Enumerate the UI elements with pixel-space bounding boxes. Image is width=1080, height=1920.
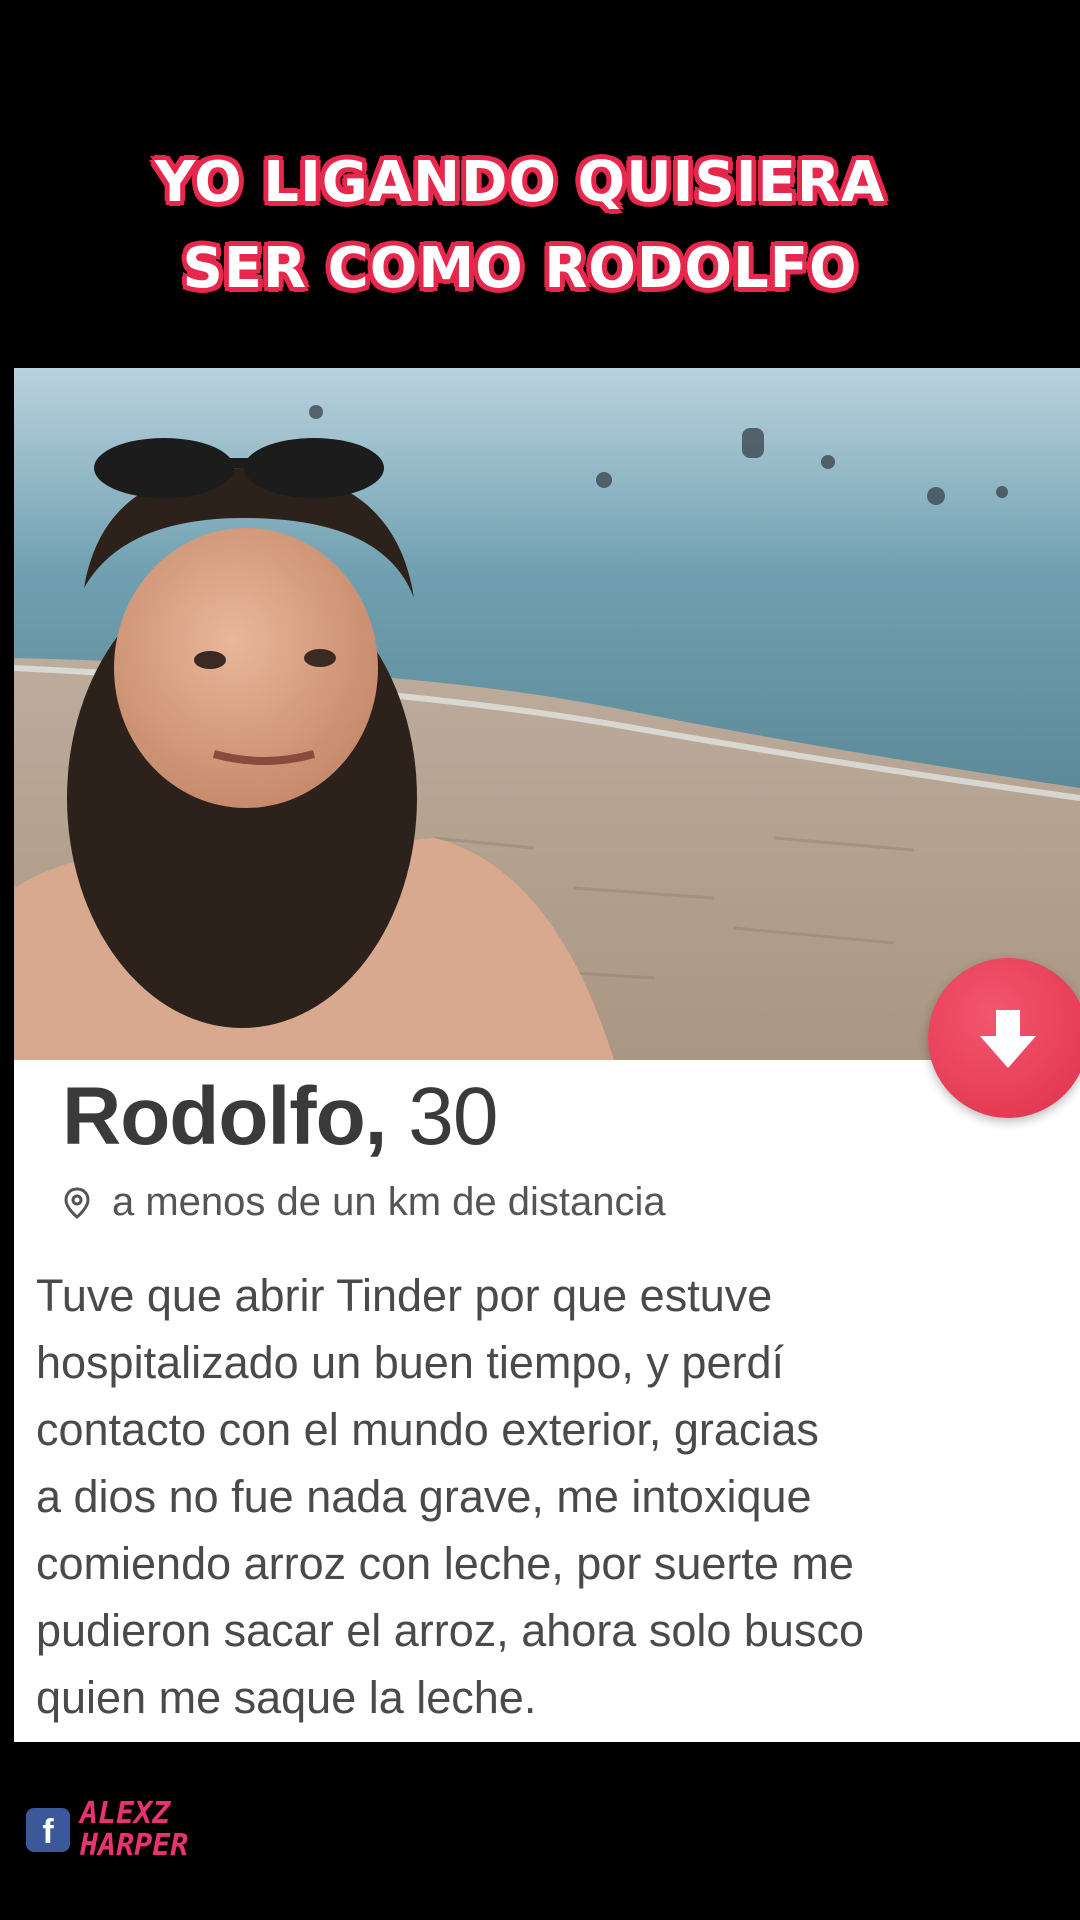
bio-line: contacto con el mundo exterior, gracias xyxy=(36,1404,819,1455)
bio-line: quien me saque la leche. xyxy=(36,1672,537,1723)
facebook-icon: f xyxy=(26,1808,70,1852)
caption-line-2: SER COMO RODOLFO xyxy=(182,236,858,301)
watermark-text: ALEXZ HARPER xyxy=(80,1798,188,1862)
arrow-down-icon xyxy=(980,1010,1036,1068)
meme-caption: YO LIGANDO QUISIERA SER COMO RODOLFO xyxy=(0,140,1040,312)
nope-button[interactable] xyxy=(928,958,1080,1118)
profile-distance: a menos de un km de distancia xyxy=(64,1180,666,1225)
bio-line: a dios no fue nada grave, me intoxique xyxy=(36,1471,812,1522)
bio-line: comiendo arroz con leche, por suerte me xyxy=(36,1538,854,1589)
watermark-line-2: HARPER xyxy=(80,1828,189,1863)
bio-line: Tuve que abrir Tinder por que estuve xyxy=(36,1270,773,1321)
watermark-line-1: ALEXZ xyxy=(80,1796,171,1831)
profile-card[interactable]: Rodolfo, 30 a menos de un km de distanci… xyxy=(14,368,1080,1742)
profile-name: Rodolfo, xyxy=(62,1071,387,1162)
creator-watermark: f ALEXZ HARPER xyxy=(26,1798,188,1862)
bio-line: pudieron sacar el arroz, ahora solo busc… xyxy=(36,1605,864,1656)
caption-line-1: YO LIGANDO QUISIERA xyxy=(154,150,886,215)
location-pin-icon xyxy=(64,1186,90,1219)
profile-age: 30 xyxy=(408,1071,498,1162)
profile-bio: Tuve que abrir Tinder por que estuve hos… xyxy=(36,1262,1066,1731)
bio-line: hospitalizado un buen tiempo, y perdí xyxy=(36,1337,784,1388)
profile-photo[interactable] xyxy=(14,368,1080,1060)
distance-text: a menos de un km de distancia xyxy=(112,1180,666,1224)
profile-name-age: Rodolfo, 30 xyxy=(62,1070,498,1164)
